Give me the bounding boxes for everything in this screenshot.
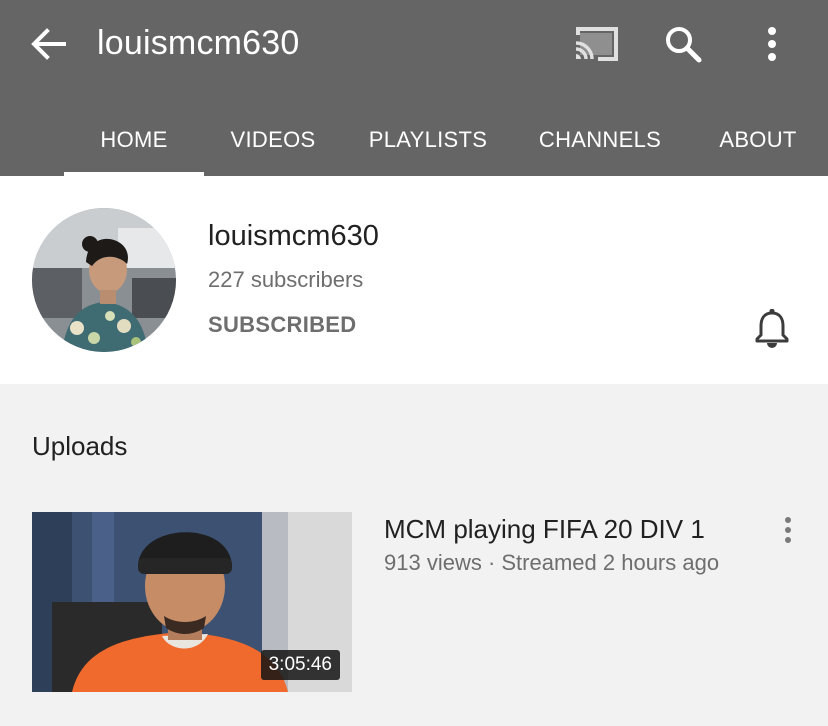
- tab-home[interactable]: HOME: [64, 104, 204, 176]
- video-list-item[interactable]: 3:05:46 MCM playing FIFA 20 DIV 1 913 vi…: [0, 500, 828, 700]
- notification-bell-button[interactable]: [748, 304, 796, 352]
- uploads-heading[interactable]: Uploads: [32, 431, 127, 462]
- subscribed-button[interactable]: SUBSCRIBED: [208, 312, 356, 338]
- search-button[interactable]: [660, 22, 706, 66]
- channel-header: louismcm630 227 subscribers SUBSCRIBED: [0, 176, 828, 384]
- video-title[interactable]: MCM playing FIFA 20 DIV 1: [384, 514, 705, 545]
- tab-channels[interactable]: CHANNELS: [522, 104, 678, 176]
- subscriber-count: 227 subscribers: [208, 267, 364, 292]
- tab-playlists[interactable]: PLAYLISTS: [352, 104, 504, 176]
- tab-videos[interactable]: VIDEOS: [214, 104, 332, 176]
- channel-name: louismcm630: [208, 220, 379, 252]
- tab-about[interactable]: ABOUT: [700, 104, 816, 176]
- more-options-button[interactable]: [750, 22, 794, 66]
- search-icon: [666, 27, 702, 63]
- app-bar-title: louismcm630: [97, 24, 300, 62]
- video-metadata: 913 views · Streamed 2 hours ago: [384, 550, 720, 575]
- avatar-image: [32, 208, 176, 352]
- notification-bell-icon: [755, 309, 789, 348]
- more-vert-icon: [768, 27, 776, 61]
- back-button[interactable]: [26, 22, 70, 66]
- cast-icon: [575, 27, 618, 61]
- video-more-button[interactable]: [770, 510, 806, 550]
- video-thumbnail[interactable]: 3:05:46: [32, 512, 352, 692]
- cast-button[interactable]: [568, 22, 624, 66]
- channel-avatar[interactable]: [32, 208, 176, 352]
- more-vert-icon: [785, 517, 791, 543]
- channel-tabs: HOME VIDEOS PLAYLISTS CHANNELS ABOUT: [0, 104, 828, 176]
- app-bar: louismcm630 HOME VIDEOS PLAYLISTS CHANNE…: [0, 0, 828, 176]
- arrow-back-icon: [31, 28, 66, 60]
- video-duration: 3:05:46: [260, 650, 340, 680]
